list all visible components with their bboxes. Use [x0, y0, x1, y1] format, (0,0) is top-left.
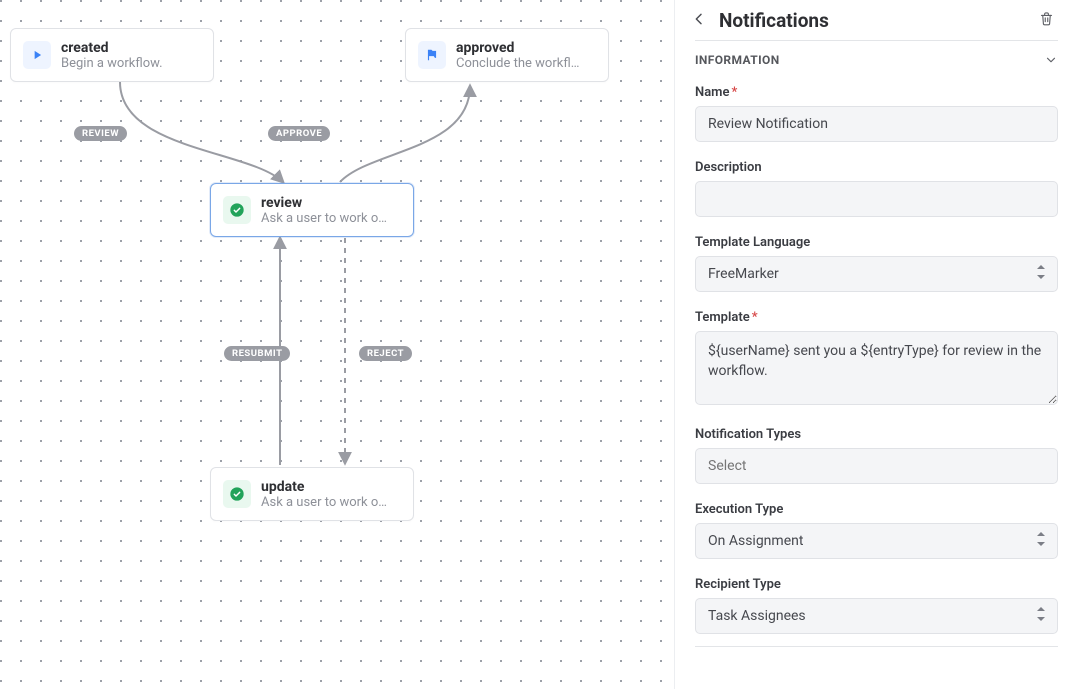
node-review[interactable]: review Ask a user to work o… [210, 183, 414, 237]
play-icon [23, 41, 51, 69]
name-field[interactable] [695, 106, 1058, 142]
node-update[interactable]: update Ask a user to work o… [210, 467, 414, 521]
name-label: Name* [695, 85, 1058, 100]
panel-header: Notifications [675, 0, 1078, 40]
notification-types-label: Notification Types [695, 427, 1058, 442]
node-approved[interactable]: approved Conclude the workfl… [405, 28, 609, 82]
node-title: update [261, 479, 387, 495]
flag-icon [418, 41, 446, 69]
node-title: created [61, 40, 163, 56]
edge-label-approve[interactable]: APPROVE [268, 126, 330, 141]
chevron-left-icon [691, 11, 707, 30]
node-subtitle: Ask a user to work o… [261, 211, 387, 226]
description-label: Description [695, 160, 1058, 175]
trash-icon [1039, 11, 1054, 29]
edge-label-review[interactable]: REVIEW [74, 126, 127, 141]
node-subtitle: Begin a workflow. [61, 56, 163, 71]
delete-button[interactable] [1032, 6, 1060, 34]
node-subtitle: Ask a user to work o… [261, 495, 387, 510]
panel-title: Notifications [719, 9, 829, 32]
execution-type-select[interactable]: On Assignment [695, 523, 1058, 559]
node-created[interactable]: created Begin a workflow. [10, 28, 214, 82]
template-language-select[interactable]: FreeMarker [695, 256, 1058, 292]
node-subtitle: Conclude the workfl… [456, 56, 579, 71]
execution-type-label: Execution Type [695, 502, 1058, 517]
check-circle-icon [223, 196, 251, 224]
back-button[interactable] [685, 6, 713, 34]
notification-types-field[interactable] [695, 448, 1058, 484]
template-language-label: Template Language [695, 235, 1058, 250]
edge-label-reject[interactable]: REJECT [359, 346, 412, 361]
template-label: Template* [695, 310, 1058, 325]
recipient-type-select[interactable]: Task Assignees [695, 598, 1058, 634]
node-title: review [261, 195, 387, 211]
template-textarea[interactable] [695, 331, 1058, 405]
chevron-down-icon [1044, 53, 1058, 67]
properties-panel: Notifications INFORMATION Name* [674, 0, 1078, 689]
section-toggle[interactable]: INFORMATION [695, 53, 1058, 67]
check-circle-icon [223, 480, 251, 508]
section-title: INFORMATION [695, 53, 780, 67]
workflow-canvas[interactable]: created Begin a workflow. approved Concl… [0, 0, 674, 689]
edge-layer [0, 0, 674, 689]
section-information: INFORMATION Name* Description Template L… [695, 40, 1058, 647]
edge-label-resubmit[interactable]: RESUBMIT [224, 346, 290, 361]
node-title: approved [456, 40, 579, 56]
description-field[interactable] [695, 181, 1058, 217]
recipient-type-label: Recipient Type [695, 577, 1058, 592]
